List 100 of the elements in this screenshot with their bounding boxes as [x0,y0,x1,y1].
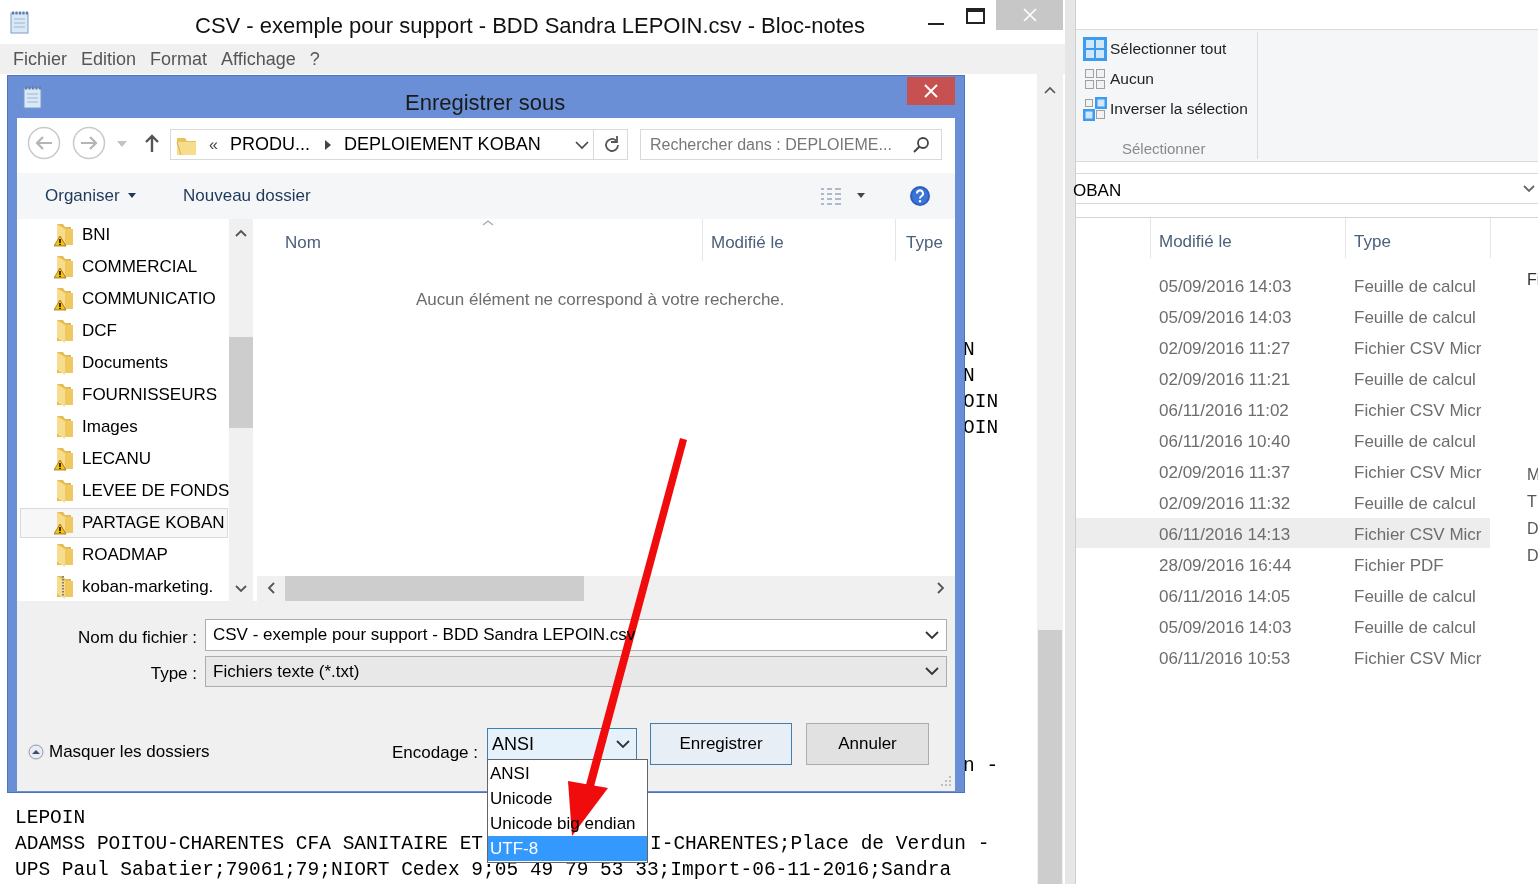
cancel-button[interactable]: Annuler [806,723,929,765]
notepad-icon [22,85,44,109]
menu-item[interactable]: ? [309,45,320,73]
scrollbar-thumb[interactable] [285,576,584,601]
folder-label: Images [82,416,138,439]
ribbon-button[interactable]: Aucun [1083,67,1154,91]
search-icon[interactable] [912,136,930,154]
dropdown-option[interactable]: Unicode [488,786,647,811]
warning-folder-icon [54,254,76,280]
date-cell-text: 02/09/2016 11:32 [1159,493,1291,515]
address-bar[interactable]: « PRODU... DEPLOIEMENT KOBAN [170,129,628,160]
warning-folder-icon [54,510,76,536]
up-arrow-icon[interactable] [144,133,160,153]
field-label: Nom du fichier : [77,627,197,649]
file-row[interactable]: 06/11/2016 14:13 Fichier CSV Micr [1076,518,1490,548]
tree-item[interactable]: LECANU [20,444,228,474]
column-header[interactable]: Type [1354,229,1391,255]
tree-item[interactable]: PARTAGE KOBAN [20,508,228,538]
warning-folder-icon [54,286,76,312]
chevron-down-icon[interactable] [575,141,589,150]
caret-icon[interactable] [857,193,865,198]
tree-item[interactable]: Documents [20,348,228,378]
menu-item[interactable]: Edition [81,45,137,73]
chevron-down-icon[interactable] [925,631,939,640]
menu-item[interactable]: Affichage [221,45,296,73]
date-cell-text: 05/09/2016 14:03 [1159,276,1292,298]
type-cell-text: Feuille de calcul [1354,493,1476,515]
field-label: Encodage : [392,742,478,764]
hide-folders-button[interactable]: Masquer les dossiers [28,739,210,765]
maximize-icon[interactable] [966,7,986,25]
folder-label: koban-marketing. [82,576,214,599]
tree-item[interactable]: koban-marketing. [20,572,228,601]
date-cell-text: 06/11/2016 14:05 [1159,586,1291,608]
refresh-icon[interactable] [602,135,622,155]
tree-item[interactable]: LEVEE DE FONDS [20,476,228,506]
chevron-down-icon[interactable] [1523,185,1535,193]
search-field[interactable]: Rechercher dans : DEPLOIEME... [640,129,942,160]
tree-item[interactable]: COMMERCIAL [20,252,228,282]
column-header[interactable]: Modifié le [711,230,784,256]
date-cell-text: 05/09/2016 14:03 [1159,617,1292,639]
chevron-right-icon [323,139,332,150]
folder-label: FOURNISSEURS [82,384,218,407]
dropdown-option[interactable]: ANSI [488,761,647,786]
breadcrumb-item[interactable]: PRODU... [229,131,310,158]
details-label: T [1527,492,1537,512]
scroll-down-icon[interactable] [235,585,247,593]
menu-item[interactable]: Fichier [13,45,67,73]
chevron-down-icon[interactable] [616,740,630,749]
tree-item[interactable]: Images [20,412,228,442]
scrollbar-thumb[interactable] [1038,630,1062,884]
tree-item[interactable]: COMMUNICATIO [20,284,228,314]
chevron-down-icon[interactable] [925,667,939,676]
tree-item[interactable]: BNI [20,220,228,250]
tree-item[interactable]: FOURNISSEURS [20,380,228,410]
date-cell-text: 28/09/2016 16:44 [1159,555,1292,577]
type-cell-text: Fichier CSV Micr [1354,648,1482,670]
new-folder-button[interactable]: Nouveau dossier [183,183,311,209]
menu-item[interactable]: Format [150,45,208,73]
folder-label: PARTAGE KOBAN [82,512,225,535]
organize-button[interactable]: Organiser [45,183,136,209]
column-header[interactable]: Modifié le [1159,229,1232,255]
folder-icon [54,318,76,344]
close-button[interactable] [907,77,955,105]
date-cell-text: 02/09/2016 11:21 [1159,369,1291,391]
window-title: CSV - exemple pour support - BDD Sandra LEPOIN.csv - Bloc-notes [195,12,866,40]
folder-label: BNI [82,224,111,247]
text-line: N [963,364,975,389]
encoding-select[interactable]: ANSI [487,728,637,760]
type-cell-text: Fichier CSV Micr [1354,462,1482,484]
folder-label: ROADMAP [82,544,168,567]
address-bar[interactable]: OBAN [1076,173,1538,204]
breadcrumb-overflow[interactable]: « [209,132,218,157]
scroll-up-icon[interactable] [1044,86,1056,94]
breadcrumb-item[interactable]: DEPLOIEMENT KOBAN [343,131,541,158]
details-label: D [1527,519,1538,539]
warning-folder-icon [54,446,76,472]
type-cell-text: Fichier CSV Micr [1354,524,1482,546]
text-line: I-CHARENTES;Place de Verdun - [650,832,990,857]
scroll-right-icon[interactable] [937,582,945,594]
empty-message: Aucun élément ne correspond à votre recherche. [416,289,785,311]
ribbon-button[interactable]: Inverser la sélection [1083,97,1248,121]
folder-icon [54,350,76,376]
save-button[interactable]: Enregistrer [650,723,792,765]
grid-icon [1083,37,1107,61]
scroll-up-icon[interactable] [235,229,247,237]
column-header[interactable]: Nom [285,230,321,256]
type-cell-text: Feuille de calcul [1354,276,1476,298]
scrollbar-thumb[interactable] [229,337,253,428]
scroll-left-icon[interactable] [267,582,275,594]
tree-item[interactable]: DCF [20,316,228,346]
text-line: LEPOIN [15,806,86,831]
details-label: D [1527,546,1538,566]
folder-label: DCF [82,320,117,343]
ribbon-button[interactable]: Sélectionner tout [1083,37,1227,61]
help-icon[interactable] [909,185,931,207]
column-header[interactable]: Type [906,230,943,256]
tree-item[interactable]: ROADMAP [20,540,228,570]
text-line: n - [963,754,999,779]
type-cell-text: Feuille de calcul [1354,307,1476,329]
file-type-select[interactable]: Fichiers texte (*.txt) [205,656,947,687]
